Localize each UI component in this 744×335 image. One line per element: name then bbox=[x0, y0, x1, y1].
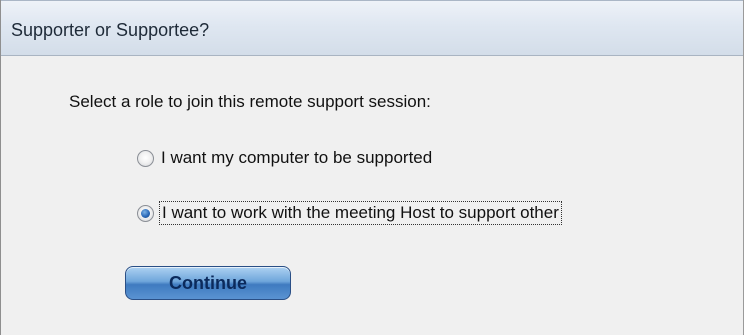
dialog-body: Select a role to join this remote suppor… bbox=[1, 56, 743, 335]
continue-button[interactable]: Continue bbox=[125, 266, 291, 300]
radio-option-label[interactable]: I want to work with the meeting Host to … bbox=[159, 201, 562, 225]
radio-option-support-other[interactable]: I want to work with the meeting Host to … bbox=[137, 201, 562, 225]
titlebar: Supporter or Supportee? bbox=[1, 0, 743, 56]
radio-option-supported[interactable]: I want my computer to be supported bbox=[137, 147, 434, 169]
radio-unselected-icon[interactable] bbox=[137, 149, 154, 167]
radio-option-label[interactable]: I want my computer to be supported bbox=[159, 147, 434, 169]
radio-selected-icon[interactable] bbox=[137, 204, 154, 222]
role-prompt: Select a role to join this remote suppor… bbox=[69, 92, 431, 111]
window-title: Supporter or Supportee? bbox=[11, 20, 210, 40]
role-selection-dialog: Supporter or Supportee? Select a role to… bbox=[0, 0, 744, 335]
